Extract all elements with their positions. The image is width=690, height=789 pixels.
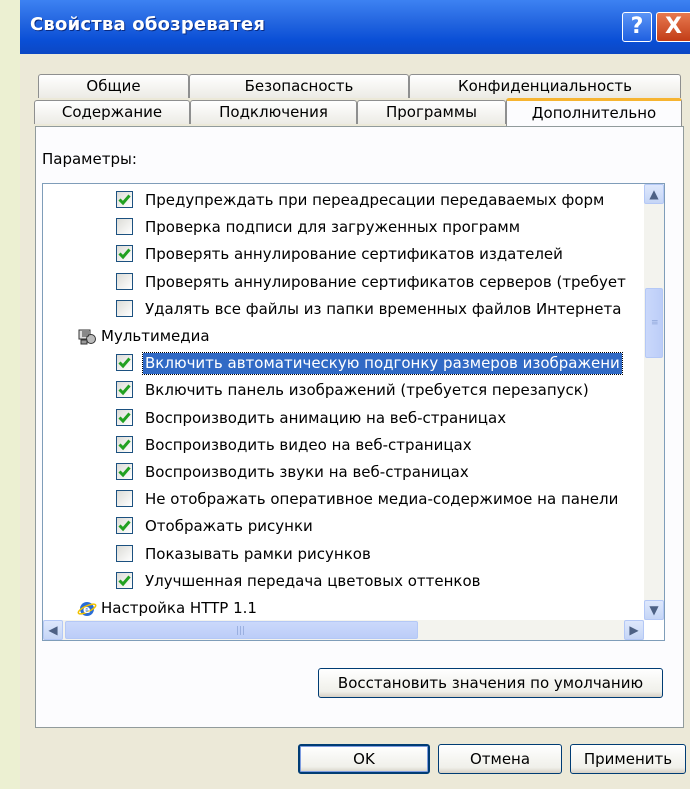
tab-privacy[interactable]: Конфиденциальность bbox=[409, 74, 681, 98]
params-label: Параметры: bbox=[42, 150, 137, 168]
checkbox-checked[interactable] bbox=[116, 245, 133, 263]
chevron-down-icon: ▼ bbox=[649, 603, 659, 617]
checkbox-unchecked[interactable] bbox=[116, 299, 133, 317]
tab-connections[interactable]: Подключения bbox=[190, 100, 357, 124]
grip-icon: ≡ bbox=[651, 318, 659, 328]
option-row[interactable]: Воспроизводить звуки на веб-страницах bbox=[43, 460, 643, 484]
tab-security[interactable]: Безопасность bbox=[189, 74, 409, 98]
option-row[interactable]: Проверять аннулирование сертификатов сер… bbox=[43, 270, 643, 294]
checkbox-checked[interactable] bbox=[116, 354, 133, 372]
vertical-scrollbar[interactable]: ▲ ≡ ▼ bbox=[644, 184, 664, 620]
checkbox-unchecked[interactable] bbox=[116, 218, 133, 236]
horizontal-scrollbar[interactable]: ◀ ||| ▶ bbox=[43, 620, 644, 640]
checkbox-checked[interactable] bbox=[116, 381, 133, 399]
ok-button[interactable]: OK bbox=[298, 744, 430, 774]
option-row[interactable]: Улучшенная передача цветовых оттенков bbox=[43, 569, 643, 593]
apply-button[interactable]: Применить bbox=[570, 744, 686, 774]
scroll-left-button[interactable]: ◀ bbox=[43, 620, 63, 640]
help-icon: ? bbox=[630, 14, 644, 39]
tab-advanced[interactable]: Дополнительно bbox=[506, 98, 682, 126]
horizontal-scroll-thumb[interactable]: ||| bbox=[65, 621, 418, 639]
option-row[interactable]: Проверять аннулирование сертификатов изд… bbox=[43, 242, 643, 266]
option-label: Включить автоматическую подгонку размеро… bbox=[142, 352, 623, 376]
option-label: Проверять аннулирование сертификатов сер… bbox=[145, 272, 626, 291]
close-icon: X bbox=[665, 14, 682, 39]
chevron-up-icon: ▲ bbox=[649, 187, 659, 201]
option-label: Показывать рамки рисунков bbox=[145, 544, 371, 563]
option-label: Удалять все файлы из папки временных фай… bbox=[145, 299, 622, 318]
scroll-right-button[interactable]: ▶ bbox=[624, 620, 644, 640]
option-label: Не отображать оперативное медиа-содержим… bbox=[145, 490, 619, 509]
option-label: Проверка подписи для загруженных програм… bbox=[145, 218, 521, 237]
svg-text:e: e bbox=[83, 603, 90, 616]
restore-defaults-button[interactable]: Восстановить значения по умолчанию bbox=[318, 668, 663, 698]
group-row[interactable]: Мультимедиа bbox=[43, 324, 643, 348]
checkbox-checked[interactable] bbox=[116, 571, 133, 589]
help-button[interactable]: ? bbox=[622, 12, 652, 42]
group-label: Настройка HTTP 1.1 bbox=[101, 599, 257, 617]
tab-content[interactable]: Содержание bbox=[34, 100, 190, 124]
option-label: Улучшенная передача цветовых оттенков bbox=[145, 571, 481, 590]
checkbox-checked[interactable] bbox=[116, 463, 133, 480]
checkbox-unchecked[interactable] bbox=[116, 272, 133, 290]
option-row[interactable]: Включить панель изображений (требуется п… bbox=[43, 378, 643, 402]
checkbox-unchecked[interactable] bbox=[116, 490, 133, 508]
option-row[interactable]: Не отображать оперативное медиа-содержим… bbox=[43, 487, 643, 511]
multimedia-icon bbox=[77, 326, 97, 346]
option-label: Предупреждать при переадресации передава… bbox=[145, 191, 605, 209]
group-label: Мультимедиа bbox=[101, 327, 210, 345]
internet-options-dialog: Свойства обозреватея ? X Общие Безопасно… bbox=[20, 0, 690, 789]
option-row[interactable]: Отображать рисунки bbox=[43, 514, 643, 538]
title-bar[interactable]: Свойства обозреватея ? X bbox=[20, 0, 690, 54]
internet-explorer-icon: e bbox=[77, 598, 97, 618]
option-row[interactable]: Воспроизводить видео на веб-страницах bbox=[43, 433, 643, 457]
close-button[interactable]: X bbox=[656, 12, 690, 42]
checkbox-unchecked[interactable] bbox=[116, 544, 133, 562]
option-row[interactable]: Предупреждать при переадресации передава… bbox=[43, 188, 643, 212]
option-row[interactable]: Показывать рамки рисунков bbox=[43, 542, 643, 566]
tab-programs[interactable]: Программы bbox=[357, 100, 506, 124]
option-label: Воспроизводить видео на веб-страницах bbox=[145, 435, 472, 454]
option-label: Включить панель изображений (требуется п… bbox=[145, 381, 589, 400]
option-row[interactable]: Удалять все файлы из папки временных фай… bbox=[43, 297, 643, 321]
window-title: Свойства обозреватея bbox=[30, 14, 266, 35]
cancel-button[interactable]: Отмена bbox=[438, 744, 562, 774]
checkbox-checked[interactable] bbox=[116, 191, 133, 208]
option-label: Отображать рисунки bbox=[145, 517, 313, 536]
tab-general[interactable]: Общие bbox=[38, 74, 189, 98]
vertical-scroll-thumb[interactable]: ≡ bbox=[645, 288, 663, 358]
chevron-left-icon: ◀ bbox=[48, 623, 58, 637]
option-row[interactable]: Проверка подписи для загруженных програм… bbox=[43, 215, 643, 239]
option-row[interactable]: Воспроизводить анимацию на веб-страницах bbox=[43, 406, 643, 430]
background-strip bbox=[0, 0, 20, 789]
scroll-down-button[interactable]: ▼ bbox=[644, 600, 664, 620]
scroll-up-button[interactable]: ▲ bbox=[644, 184, 664, 204]
group-row[interactable]: e Настройка HTTP 1.1 bbox=[43, 596, 643, 620]
checkbox-checked[interactable] bbox=[116, 435, 133, 453]
chevron-right-icon: ▶ bbox=[629, 623, 639, 637]
option-label: Воспроизводить анимацию на веб-страницах bbox=[145, 408, 507, 427]
option-label: Проверять аннулирование сертификатов изд… bbox=[145, 245, 563, 264]
option-label: Воспроизводить звуки на веб-страницах bbox=[145, 463, 469, 481]
option-row[interactable]: Включить автоматическую подгонку размеро… bbox=[43, 351, 643, 376]
grip-icon: ||| bbox=[236, 626, 246, 636]
checkbox-checked[interactable] bbox=[116, 408, 133, 426]
settings-tree[interactable]: Предупреждать при переадресации передава… bbox=[42, 183, 665, 641]
checkbox-checked[interactable] bbox=[116, 517, 133, 535]
